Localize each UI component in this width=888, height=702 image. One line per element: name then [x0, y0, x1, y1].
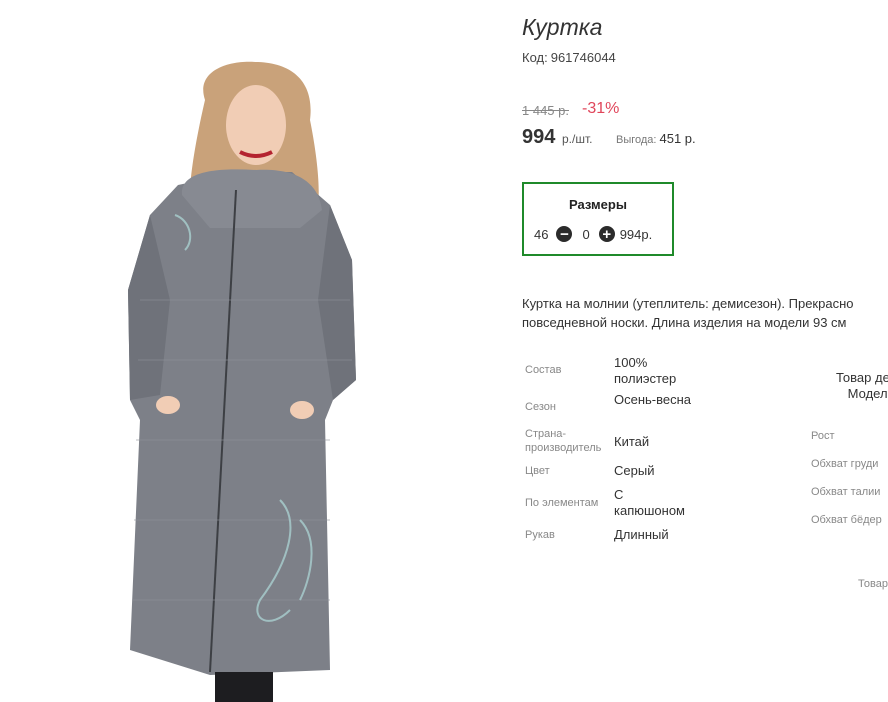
- measure-label: Рост: [811, 430, 835, 442]
- attribute-label: Сезон: [525, 401, 556, 413]
- size-row: 46 − 0 + 994р.: [534, 225, 652, 243]
- quantity-value: 0: [582, 226, 590, 242]
- size-value: 46: [534, 226, 549, 242]
- attribute-value: Серый: [614, 463, 655, 478]
- code-label: Код:: [522, 50, 548, 65]
- model-info-line: Модель: [847, 386, 888, 401]
- attribute-value: С капюшоном: [614, 487, 685, 518]
- price-unit: р./шт.: [562, 132, 593, 146]
- coat-model-image: [128, 61, 356, 702]
- product-photo[interactable]: [0, 0, 492, 702]
- product-code: Код: 961746044: [522, 50, 616, 65]
- old-price: 1 445 р.: [522, 103, 569, 118]
- attribute-label: Состав: [525, 364, 562, 376]
- code-value: 961746044: [550, 50, 616, 65]
- attribute-value: Осень-весна: [614, 392, 692, 407]
- attribute-label: Страна-производитель: [525, 428, 602, 454]
- description-line: повседневной носки. Длина изделия на мод…: [522, 315, 847, 330]
- attribute-label: По элементам: [525, 497, 599, 509]
- benefit-label: Выгода:: [616, 134, 657, 146]
- product-info: Куртка Код: 961746044 1 445 р. -31% 994 р…: [522, 0, 888, 702]
- footer-partial-text: Товар: [858, 578, 888, 590]
- discount-badge: -31%: [582, 100, 620, 117]
- measure-label: Обхват груди: [811, 458, 879, 470]
- attribute-value: Китай: [614, 434, 650, 449]
- plus-icon: +: [602, 225, 612, 243]
- benefit-value: 451 р.: [659, 131, 696, 146]
- attribute-label: Цвет: [525, 465, 550, 477]
- benefit: Выгода: 451 р.: [616, 131, 696, 146]
- product-title: Куртка: [522, 14, 603, 40]
- model-info: Товар демо Модель: [811, 370, 888, 402]
- sizes-box: Размеры 46 − 0 + 994р.: [522, 182, 674, 256]
- size-price: 994р.: [619, 226, 653, 242]
- measure-label: Обхват талии: [811, 486, 881, 498]
- description-line: Куртка на молнии (утеплитель: демисезон)…: [522, 296, 854, 311]
- attribute-value: 100% полиэстер: [614, 355, 677, 386]
- measure-label: Обхват бёдер: [811, 514, 882, 526]
- minus-button[interactable]: −: [556, 225, 573, 243]
- product-description: Куртка на молнии (утеплитель: демисезон)…: [522, 294, 888, 332]
- plus-button[interactable]: +: [598, 225, 615, 243]
- minus-icon: −: [560, 225, 569, 243]
- model-info-line: Товар демо: [836, 370, 888, 385]
- attribute-label: Рукав: [525, 529, 555, 541]
- sizes-title: Размеры: [569, 197, 627, 212]
- current-price: 994: [522, 126, 556, 148]
- attribute-value: Длинный: [614, 527, 669, 542]
